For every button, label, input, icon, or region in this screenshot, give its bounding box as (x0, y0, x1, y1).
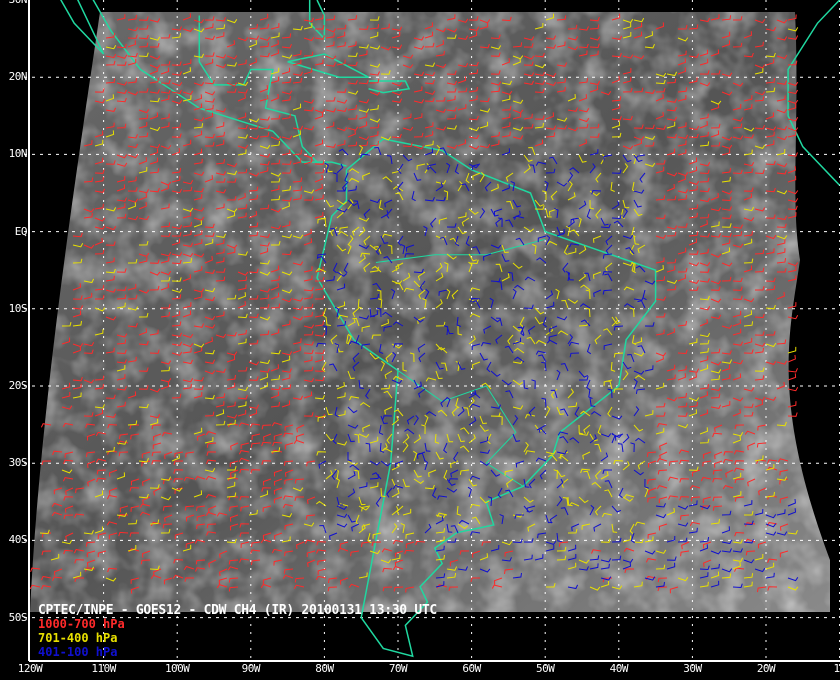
lon-label: 70W (388, 662, 408, 675)
lon-label: 20W (756, 662, 776, 675)
coastline-baja (60, 0, 105, 55)
lat-label: 10N (8, 147, 28, 161)
lat-label: EQ (14, 224, 28, 238)
lat-label: 40S (8, 533, 28, 547)
map-canvas (24, 0, 840, 666)
lon-label: 10 (833, 662, 840, 675)
lon-label: 100W (164, 662, 190, 675)
lon-label: 60W (462, 662, 481, 675)
satellite-wind-map: 30N 20N 10N EQ 10S 20S 30S 40S 50S 120W 110W 100W 9… (0, 0, 840, 680)
lat-label: 30N (2, 0, 28, 6)
lon-label: 80W (315, 662, 334, 675)
lat-label: 20N (8, 70, 28, 84)
lon-label: 90W (241, 662, 261, 675)
lat-label: 50S (8, 610, 28, 624)
lat-label: 20S (8, 379, 28, 392)
lat-label: 10S (8, 301, 28, 315)
lon-label: 120W (17, 662, 43, 675)
legend-upper-level: 401-100 hPa (38, 645, 118, 659)
legend-low-level: 1000-700 hPa (38, 617, 125, 631)
lon-label: 40W (609, 662, 629, 675)
legend-mid-level: 701-400 hPa (38, 631, 118, 645)
lon-label: 110W (91, 662, 116, 675)
map-title: CPTEC/INPE - GOES12 - CDW CH4 (IR) 20100… (38, 603, 437, 618)
lat-label: 30S (8, 456, 28, 470)
lon-label: 30W (683, 662, 702, 675)
lon-label: 50W (536, 662, 555, 675)
